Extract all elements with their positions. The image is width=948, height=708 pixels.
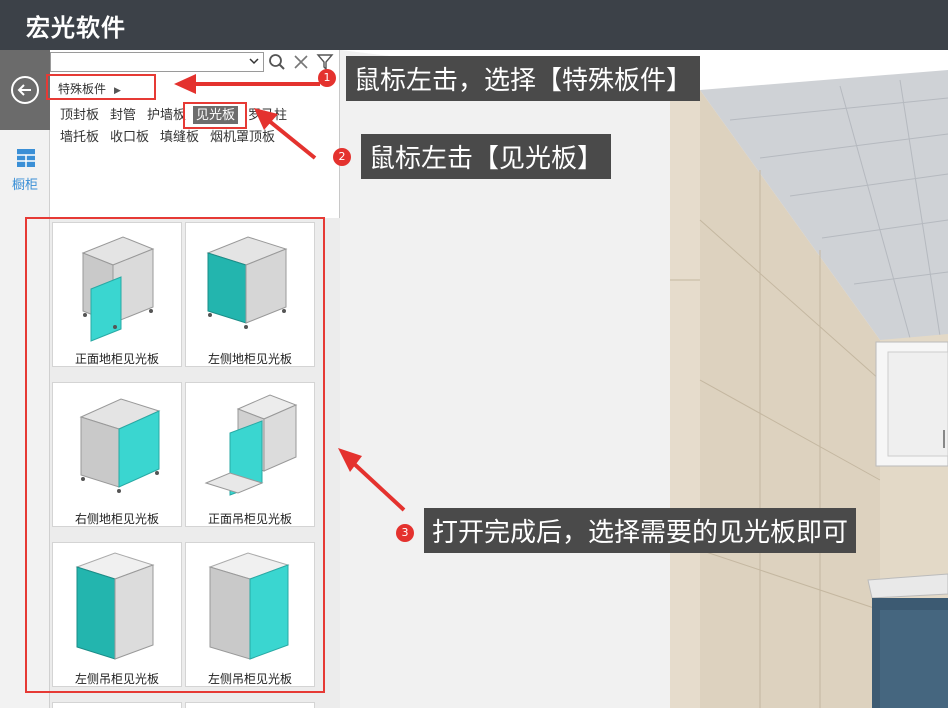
step-badge: 1 [318, 69, 336, 87]
step-badge: 3 [396, 524, 414, 542]
callout-step-1: 鼠标左击，选择【特殊板件】 [346, 56, 701, 101]
annotation-arrows [174, 74, 406, 512]
callout-step-3: 打开完成后，选择需要的见光板即可 [424, 508, 857, 553]
callout-step-2: 鼠标左击【见光板】 [361, 134, 612, 179]
step-badge: 2 [333, 148, 351, 166]
